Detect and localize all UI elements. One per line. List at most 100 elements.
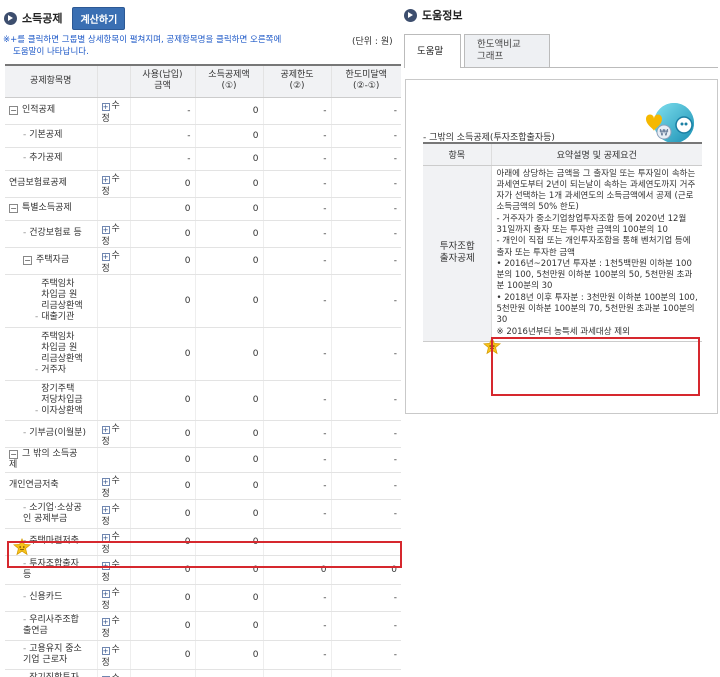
deduction-item-label: 특별소득공제 [22,203,72,213]
deduction-item-label: 연금보험료공제 [9,178,67,188]
edit-cell[interactable]: +수정 [96,472,130,500]
value-short: - [330,220,401,248]
value-used: 0 [129,327,195,381]
deduction-item-label: 기부금(이월분) [29,428,86,438]
deduction-item-label: 추가공제 [29,153,63,163]
deduction-item-name[interactable]: - 소기업·소상공 인 공제부금 [5,499,97,529]
value-short: - [330,247,401,275]
deduction-item-name[interactable]: -주택임차 차입금 원 리금상환액 거주자 [5,327,97,381]
deduction-item-name[interactable]: -장기집합투자 증권저축 [5,669,97,677]
edit-cell[interactable]: +수정 [96,220,130,248]
deduction-item-label: 신용카드 [29,592,63,602]
table-row: -장기집합투자 증권저축+수정00-- [5,669,401,677]
sub-item-dash: - [23,153,27,163]
column-header-1 [96,65,130,98]
deduction-item-name[interactable]: - 추가공제 [5,147,97,171]
calculate-button[interactable]: 계산하기 [72,6,126,30]
edit-cell [96,274,130,328]
sub-item-dash: - [23,428,27,438]
deduction-item-name[interactable]: -주택임차 차입금 원 리금상환액 대출기관 [5,274,97,328]
deduction-item-name[interactable]: - 우리사주조합 출연금 [5,611,97,641]
plus-icon[interactable]: + [101,617,110,626]
table-header-row: 공제항목명 사용(납입) 금액 소득공제액 (①) 공제한도 (②) 한도미달액 (②-… [5,65,401,98]
edit-cell[interactable]: +수정 [96,420,130,448]
help-paragraph: 아래에 상당하는 금액을 그 출자일 또는 투자일이 속하는 과세연도부터 2년… [496,168,696,213]
deduction-item-name[interactable]: -장기주택 저당차입금 이자상환액 [5,380,97,421]
tab-help[interactable]: 도움말 [404,34,461,68]
value-ded: 0 [194,247,263,275]
tab-limit-graph[interactable]: 한도액비교 그래프 [464,34,550,68]
value-ded: 0 [194,147,263,171]
deduction-item-label: 장기집합투자 증권저축 [23,673,79,677]
edit-cell[interactable]: +수정 [96,247,130,275]
deduction-item-name[interactable]: − 특별소득공제 [5,197,97,221]
sub-item-dash: - [23,228,27,238]
deduction-item-name[interactable]: - 건강보험료 등 [5,220,97,248]
plus-icon[interactable]: + [101,477,110,486]
edit-cell[interactable]: +수정 [96,97,130,125]
plus-icon[interactable]: + [101,102,110,111]
value-ded: 0 [194,220,263,248]
plus-icon[interactable]: + [101,252,110,261]
value-short: - [330,447,401,473]
plus-icon[interactable]: + [101,425,110,434]
deduction-item-name[interactable]: - 고용유지 중소 기업 근로자 [5,640,97,670]
value-ded: 0 [194,274,263,328]
plus-icon[interactable]: + [101,589,110,598]
sub-item-dash: - [35,311,39,322]
table-row: -주택임차 차입금 원 리금상환액 대출기관 0 0- - [5,274,401,328]
collapse-toggle-icon[interactable]: − [23,256,32,265]
table-row: - 우리사주조합 출연금 + 수정 0 0- - [5,611,401,641]
deduction-item-name[interactable]: − 주택자금 [5,247,97,275]
table-row: 연금보험료공제 + 수정 0 0- - [5,170,401,198]
value-limit: - [262,640,331,670]
deduction-item-name[interactable]: - 신용카드 [5,584,97,612]
help-header-row: 항목 요약설명 및 공제요건 [423,143,702,166]
edit-cell[interactable]: +수정 [96,584,130,612]
edit-cell[interactable]: +수정 [96,669,130,677]
deduction-item-name[interactable]: 연금보험료공제 [5,170,97,198]
deduction-item-name[interactable]: − 그 밖의 소득공 제 [5,447,97,473]
collapse-toggle-icon[interactable]: − [9,204,18,213]
deduction-item-name[interactable]: - 기본공제 [5,124,97,148]
plus-icon[interactable]: + [101,225,110,234]
deduction-item-name[interactable]: 개인연금저축 [5,472,97,500]
deduction-item-name[interactable]: − 인적공제 [5,97,97,125]
table-row: -주택임차 차입금 원 리금상환액 거주자 0 0- - [5,327,401,381]
value-used: - [129,147,195,171]
plus-icon[interactable]: + [101,505,110,514]
value-used: 0 [129,170,195,198]
value-limit: - [262,472,331,500]
plus-icon[interactable]: + [101,175,110,184]
deduction-item-name[interactable]: - 기부금(이월분) [5,420,97,448]
value-limit: - [262,220,331,248]
value-ded: 0 [194,97,263,125]
deduction-item-label: 건강보험료 등 [29,228,82,238]
deduction-item-label: 장기주택 저당차입금 이자상환액 [41,383,83,416]
help-col-desc: 요약설명 및 공제요건 [490,143,702,166]
edit-cell [96,197,130,221]
value-limit: - [262,247,331,275]
unit-label: (단위 : 원) [352,37,393,47]
value-ded: 0 [194,124,263,148]
edit-cell [96,124,130,148]
value-ded: 0 [194,170,263,198]
plus-icon[interactable]: + [101,646,110,655]
edit-cell[interactable]: +수정 [96,640,130,670]
table-row: -장기주택 저당차입금 이자상환액 0 0- - [5,380,401,421]
deduction-item-label: 기본공제 [29,130,63,140]
value-short: - [330,499,401,529]
deduction-item-label: 그 밖의 소득공 제 [9,448,78,470]
edit-cell[interactable]: +수정 [96,170,130,198]
column-header-4: 공제한도 (②) [262,65,331,98]
value-short: - [330,327,401,381]
edit-cell[interactable]: +수정 [96,499,130,529]
value-used: 0 [129,472,195,500]
help-title: 도움정보 [422,9,463,22]
help-item-name: 투자조합 출자공제 [423,165,491,342]
collapse-toggle-icon[interactable]: − [9,449,18,459]
edit-cell[interactable]: +수정 [96,611,130,641]
collapse-toggle-icon[interactable]: − [9,106,18,115]
help-paragraph: • 2016년~2017년 투자분 : 1천5백만원 이하분 100분의 100… [496,258,693,292]
section-header: 소득공제 계산하기 [4,6,126,30]
